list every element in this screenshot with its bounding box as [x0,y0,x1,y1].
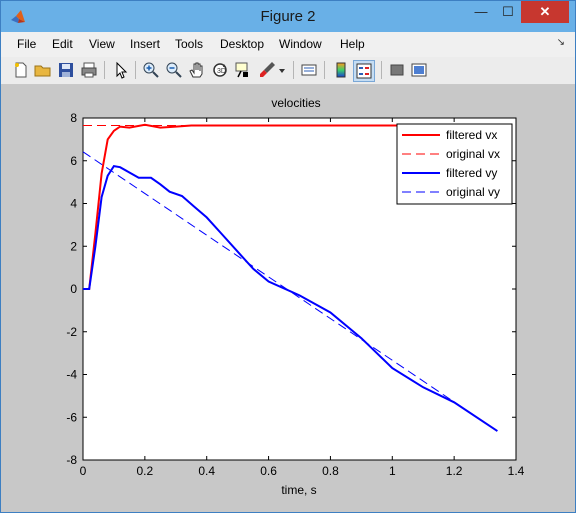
zoom-in-icon[interactable] [141,60,161,80]
menu-view[interactable]: View [89,37,115,51]
print-icon[interactable] [79,60,99,80]
x-tick-label: 1.4 [508,464,525,478]
chart-title: velocities [271,96,320,110]
insert-legend-icon[interactable] [353,60,375,82]
toolbar-separator [381,61,382,79]
toolbar-separator [324,61,325,79]
svg-text:3D: 3D [217,68,226,75]
velocity-plot: velocities 0 0.2 0.4 0.6 0.8 1 1.2 1.4 -8 -6 -4 -2 0… [66,96,525,497]
edit-plot-arrow-icon[interactable] [111,60,131,80]
y-tick-label: 8 [70,111,77,125]
open-file-icon[interactable] [33,60,53,80]
dock-arrow-icon[interactable]: ↘ [557,37,565,48]
figure-window: Figure 2 — ☐ ✕ File Edit View Insert Too… [0,0,576,513]
minimize-button[interactable]: — [467,1,495,23]
pan-hand-icon[interactable] [187,60,207,80]
title-bar[interactable]: Figure 2 — ☐ ✕ [1,1,575,32]
x-tick-label: 1 [389,464,396,478]
rotate-3d-icon[interactable]: 3D [210,60,230,80]
y-tick-label: 4 [70,197,77,211]
zoom-out-icon[interactable] [164,60,184,80]
toolbar-separator [293,61,294,79]
x-tick-label: 0 [80,464,87,478]
toolbar-separator [135,61,136,79]
menu-edit[interactable]: Edit [52,37,73,51]
new-figure-icon[interactable] [11,60,31,80]
link-plot-icon[interactable] [299,60,319,80]
chart-legend[interactable]: filtered vx original vx filtered vy origina… [396,123,513,205]
x-tick-label: 0.4 [198,464,215,478]
x-tick-label: 0.8 [322,464,339,478]
figure-canvas: velocities 0 0.2 0.4 0.6 0.8 1 1.2 1.4 -8 -6 -4 -2 0… [1,85,575,512]
save-icon[interactable] [56,60,76,80]
figure-toolbar: 3D [1,57,575,85]
insert-colorbar-icon[interactable] [331,60,351,80]
y-tick-label: 2 [70,239,77,253]
y-tick-label: -6 [66,410,77,424]
menu-insert[interactable]: Insert [130,37,160,51]
data-cursor-icon[interactable] [233,60,253,80]
hide-plot-tools-icon[interactable] [387,60,407,80]
close-button[interactable]: ✕ [521,1,569,23]
legend-entry: original vx [446,147,500,161]
y-tick-label: 6 [70,154,77,168]
x-tick-label: 0.2 [137,464,154,478]
legend-entry: filtered vx [446,128,497,142]
maximize-button[interactable]: ☐ [495,1,521,23]
x-tick-label: 0.6 [260,464,277,478]
legend-entry: original vy [446,185,500,199]
menu-window[interactable]: Window [279,37,322,51]
show-plot-tools-icon[interactable] [409,60,429,80]
menu-bar: File Edit View Insert Tools Desktop Wind… [1,32,575,57]
y-tick-label: -2 [66,325,77,339]
x-tick-label: 1.2 [446,464,463,478]
y-tick-label: -4 [66,368,77,382]
x-axis-label: time, s [281,483,316,497]
menu-file[interactable]: File [17,37,36,51]
y-tick-label: 0 [70,282,77,296]
brush-dropdown-icon[interactable] [277,60,287,80]
legend-entry: filtered vy [446,166,497,180]
menu-tools[interactable]: Tools [175,37,203,51]
menu-desktop[interactable]: Desktop [220,37,264,51]
y-tick-label: -8 [66,453,77,467]
menu-help[interactable]: Help [340,37,365,51]
toolbar-separator [104,61,105,79]
brush-icon[interactable] [257,60,277,80]
